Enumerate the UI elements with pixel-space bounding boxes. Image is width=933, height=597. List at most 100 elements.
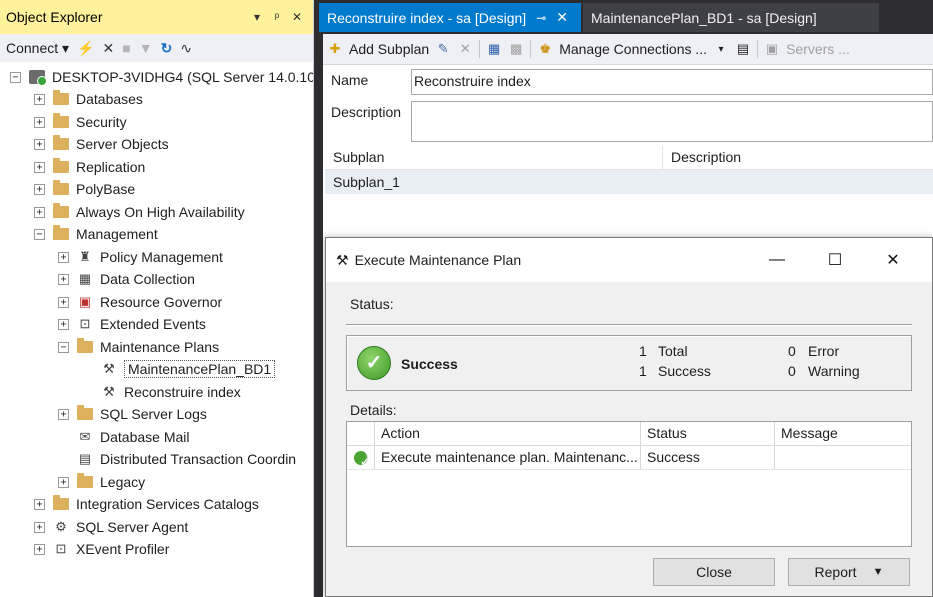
column-header-status[interactable]: Status xyxy=(641,422,775,445)
column-header-icon xyxy=(347,422,375,445)
tree-node-xevent-profiler[interactable]: + ⊡ XEvent Profiler xyxy=(34,538,169,560)
tree-node-label: DESKTOP-3VIDHG4 (SQL Server 14.0.10 xyxy=(52,69,314,85)
dtc-icon: ▤ xyxy=(78,451,92,466)
result-status: Success xyxy=(401,356,458,372)
tree-node-dtc[interactable]: ▤ Distributed Transaction Coordin xyxy=(58,448,296,470)
connect-button[interactable]: Connect ▾ xyxy=(6,40,69,57)
column-header-description[interactable]: Description xyxy=(663,146,933,169)
expand-icon[interactable]: + xyxy=(34,138,45,150)
policy-icon: ♜ xyxy=(79,249,91,264)
expand-icon[interactable]: + xyxy=(58,273,69,285)
tree-node-server[interactable]: − DESKTOP-3VIDHG4 (SQL Server 14.0.10 xyxy=(10,66,314,88)
description-field[interactable] xyxy=(411,101,933,142)
tree-node-extended-events[interactable]: + ⊡ Extended Events xyxy=(58,313,206,335)
toolbar-separator xyxy=(530,40,532,58)
expand-icon[interactable]: + xyxy=(34,206,45,218)
tree-node-label: Legacy xyxy=(100,474,146,490)
delete-icon[interactable]: ✕ xyxy=(457,41,473,57)
table-row[interactable]: Subplan_1 xyxy=(325,170,933,194)
expand-icon[interactable]: + xyxy=(34,93,45,105)
tree-node-replication[interactable]: + Replication xyxy=(34,156,145,178)
tab-maintenanceplan-bd1[interactable]: MaintenancePlan_BD1 - sa [Design] xyxy=(583,3,879,32)
tree-node-security[interactable]: + Security xyxy=(34,111,127,133)
close-tab-icon[interactable]: ✕ xyxy=(556,9,568,26)
close-button[interactable]: Close xyxy=(653,558,775,586)
expand-icon[interactable]: + xyxy=(58,251,69,263)
expand-icon[interactable]: + xyxy=(34,161,45,173)
disconnect-icon[interactable]: ✕ xyxy=(103,40,115,57)
collapse-icon[interactable]: − xyxy=(58,341,69,353)
tree-node-reconstruire-index[interactable]: ⚒ Reconstruire index xyxy=(82,381,241,403)
subplan-properties-icon[interactable]: ✎ xyxy=(435,41,451,57)
pin-icon[interactable]: ⊸ xyxy=(536,11,546,25)
close-icon[interactable]: ✕ xyxy=(864,250,922,270)
tree-node-sql-server-agent[interactable]: + ⚙ SQL Server Agent xyxy=(34,516,188,538)
subplan-cell[interactable]: Subplan_1 xyxy=(325,170,663,194)
toolbar-separator xyxy=(757,40,759,58)
chevron-down-icon[interactable]: ▾ xyxy=(713,41,729,57)
tree-node-label: Server Objects xyxy=(76,136,169,152)
tree-node-label: Integration Services Catalogs xyxy=(76,496,259,512)
maintenance-plan-icon: ⚒ xyxy=(103,361,115,376)
success-check-icon: ✓ xyxy=(353,451,368,465)
connect-plug-icon[interactable]: ⚡ xyxy=(77,40,94,57)
description-cell[interactable] xyxy=(663,170,933,194)
table-row[interactable]: ✓ Execute maintenance plan. Maintenanc..… xyxy=(347,446,911,470)
expand-icon[interactable]: + xyxy=(58,408,69,420)
manage-connections-button[interactable]: Manage Connections ... xyxy=(559,41,707,57)
expand-icon[interactable]: + xyxy=(58,296,69,308)
expand-icon[interactable]: + xyxy=(34,498,45,510)
tree-node-resource-governor[interactable]: + ▣ Resource Governor xyxy=(58,291,222,313)
server-icon xyxy=(29,70,47,86)
chevron-down-icon[interactable]: ▼ xyxy=(873,566,884,578)
add-subplan-button[interactable]: Add Subplan xyxy=(349,41,429,57)
document-tab-bar: Reconstruire index - sa [Design] ⊸ ✕ Mai… xyxy=(315,0,933,34)
success-label: Success xyxy=(658,363,711,379)
expand-icon[interactable]: + xyxy=(58,318,69,330)
column-header-action[interactable]: Action xyxy=(375,422,641,445)
column-header-message[interactable]: Message xyxy=(775,422,911,445)
collapse-icon[interactable]: − xyxy=(34,228,45,240)
tab-reconstruire-index[interactable]: Reconstruire index - sa [Design] ⊸ ✕ xyxy=(319,3,581,32)
tree-node-sql-server-logs[interactable]: + SQL Server Logs xyxy=(58,403,207,425)
column-header-subplan[interactable]: Subplan xyxy=(325,146,663,169)
filter-icon[interactable]: ▼ xyxy=(139,40,153,56)
tree-node-label: Policy Management xyxy=(100,249,223,265)
report-button[interactable]: Report ▼ xyxy=(788,558,910,586)
name-field[interactable]: Reconstruire index xyxy=(411,69,933,95)
message-cell xyxy=(775,446,911,469)
schedule-icon[interactable]: ▦ xyxy=(486,41,502,57)
expand-icon[interactable]: + xyxy=(34,183,45,195)
total-label: Total xyxy=(658,343,688,359)
maximize-icon[interactable]: ☐ xyxy=(806,250,864,270)
tree-node-always-on[interactable]: + Always On High Availability xyxy=(34,201,245,223)
tree-node-databases[interactable]: + Databases xyxy=(34,88,143,110)
pin-icon[interactable]: ᵖ xyxy=(267,10,287,24)
tree-node-maintenance-plans[interactable]: − Maintenance Plans xyxy=(58,336,219,358)
tree-node-integration-services[interactable]: + Integration Services Catalogs xyxy=(34,493,259,515)
servers-button[interactable]: Servers ... xyxy=(786,41,850,57)
close-icon[interactable]: ✕ xyxy=(287,10,307,24)
tree-node-server-objects[interactable]: + Server Objects xyxy=(34,133,169,155)
resource-governor-icon: ▣ xyxy=(78,294,92,309)
reporting-icon[interactable]: ▤ xyxy=(735,41,751,57)
collapse-icon[interactable]: − xyxy=(10,71,21,83)
tree-node-maintenanceplan-bd1[interactable]: ⚒ MaintenancePlan_BD1 xyxy=(82,358,276,380)
expand-icon[interactable]: + xyxy=(34,521,45,533)
activity-monitor-icon[interactable]: ∿ xyxy=(180,40,192,57)
tree-node-label: Data Collection xyxy=(100,271,195,287)
refresh-icon[interactable]: ↻ xyxy=(161,40,173,57)
tree-node-management[interactable]: − Management xyxy=(34,223,158,245)
tree-node-legacy[interactable]: + Legacy xyxy=(58,471,145,493)
tree-node-data-collection[interactable]: + ▦ Data Collection xyxy=(58,268,195,290)
dropdown-icon[interactable]: ▾ xyxy=(247,10,267,24)
expand-icon[interactable]: + xyxy=(34,543,45,555)
tree-node-polybase[interactable]: + PolyBase xyxy=(34,178,135,200)
tree-node-policy-management[interactable]: + ♜ Policy Management xyxy=(58,246,223,268)
remove-schedule-icon[interactable]: ▩ xyxy=(508,41,524,57)
stop-icon[interactable]: ■ xyxy=(122,40,130,56)
expand-icon[interactable]: + xyxy=(58,476,69,488)
tree-node-database-mail[interactable]: ✉ Database Mail xyxy=(58,426,190,448)
expand-icon[interactable]: + xyxy=(34,116,45,128)
minimize-icon[interactable]: — xyxy=(748,251,806,269)
